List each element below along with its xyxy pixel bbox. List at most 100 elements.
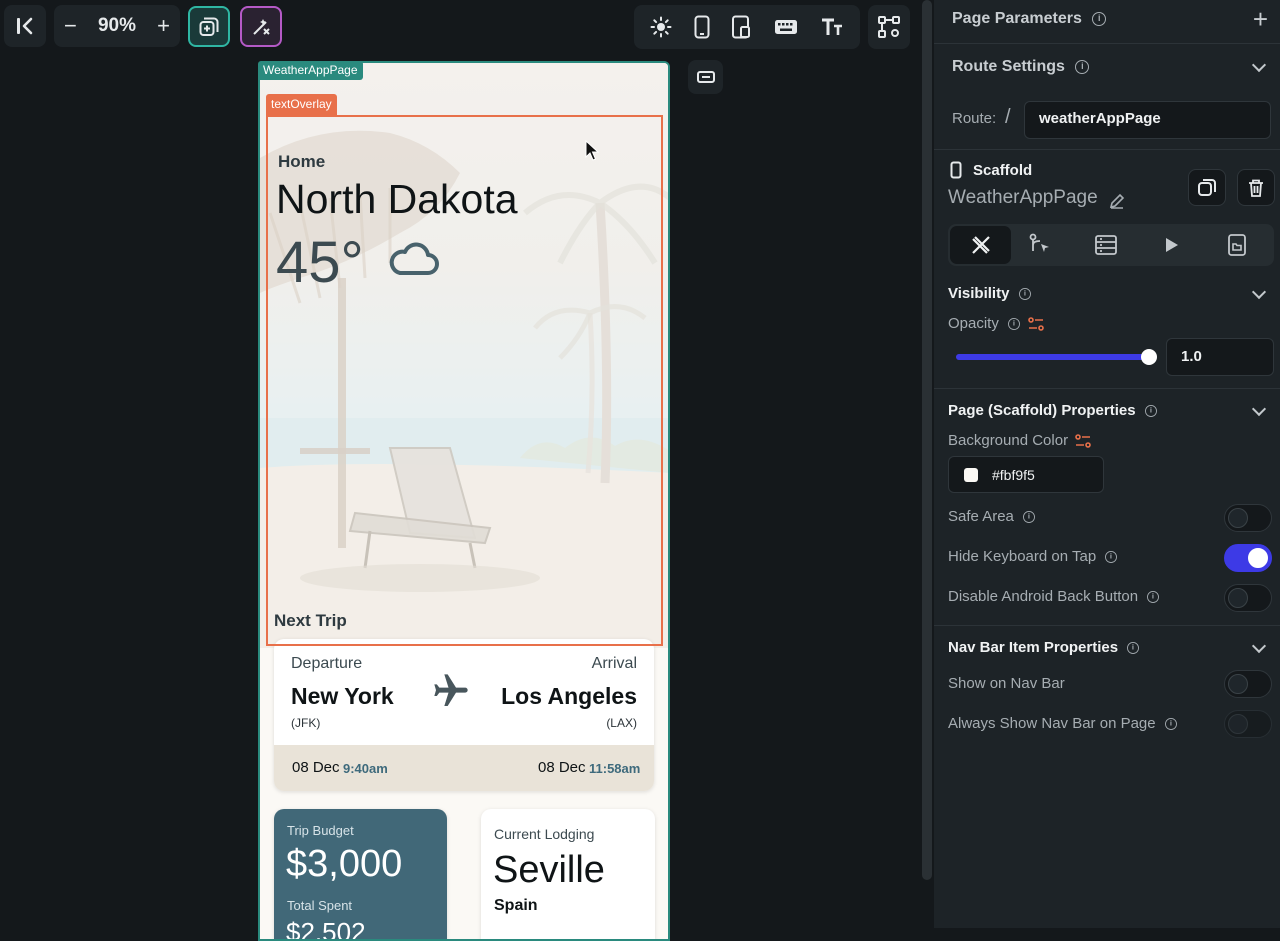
properties-panel: Page Parameters i + Route Settings i Rou… — [934, 0, 1280, 928]
sun-icon[interactable] — [650, 16, 672, 38]
info-icon: i — [1018, 288, 1031, 300]
widget-tree-button[interactable] — [868, 5, 910, 49]
route-slash: / — [1005, 106, 1011, 128]
tab-actions[interactable] — [1028, 233, 1052, 262]
arr-date: 08 Dec — [538, 759, 586, 776]
property-tabs — [948, 224, 1274, 266]
flow-icon — [1029, 233, 1049, 252]
lodging-label: Current Lodging — [494, 826, 595, 842]
flight-card[interactable]: Departure Arrival New York Los Angeles (… — [274, 639, 654, 791]
info-icon: i — [1075, 59, 1090, 74]
airplane-icon — [434, 674, 468, 706]
database-icon — [1095, 235, 1117, 255]
budget-card[interactable]: Trip Budget $3,000 Total Spent $2,502 — [274, 809, 447, 939]
tab-backend[interactable] — [1094, 233, 1118, 262]
visibility-header[interactable]: Visibility i — [948, 285, 1032, 302]
delete-button[interactable] — [1237, 169, 1275, 206]
tab-properties[interactable] — [950, 226, 1011, 264]
text-size-icon[interactable] — [820, 16, 844, 38]
magic-tool-button[interactable] — [240, 6, 282, 47]
tab-preview[interactable] — [1161, 235, 1181, 260]
bg-color-value: #fbf9f5 — [992, 467, 1035, 483]
trash-icon — [1249, 179, 1263, 197]
variable-binding-icon[interactable] — [1074, 433, 1092, 449]
spent-label: Total Spent — [287, 898, 353, 913]
page-parameters-header[interactable]: Page Parameters i — [952, 10, 1107, 28]
nav-bar-props-title: Nav Bar Item Properties — [948, 639, 1119, 656]
zoom-control: − 90% + — [54, 5, 180, 47]
lodging-card[interactable]: Current Lodging Seville Spain — [481, 809, 655, 939]
opacity-slider-fill — [956, 354, 1149, 360]
device-toolbar — [634, 5, 860, 49]
page-tag: WeatherAppPage — [258, 61, 363, 80]
info-icon: i — [1105, 551, 1118, 563]
minus-icon[interactable]: − — [64, 15, 77, 37]
visibility-title: Visibility — [948, 285, 1010, 302]
opacity-slider-thumb[interactable] — [1141, 349, 1157, 365]
edit-pencil-icon[interactable] — [1108, 192, 1126, 210]
always-show-nav-text: Always Show Nav Bar on Page — [948, 715, 1156, 732]
keyboard-icon[interactable] — [773, 17, 799, 37]
opacity-slider-track[interactable] — [956, 349, 1157, 365]
canvas-scrollbar[interactable] — [922, 0, 932, 880]
always-show-nav-toggle[interactable] — [1224, 710, 1272, 738]
info-icon: i — [1127, 642, 1140, 654]
opacity-input[interactable]: 1.0 — [1166, 338, 1274, 376]
hide-keyboard-text: Hide Keyboard on Tap — [948, 548, 1097, 565]
color-swatch — [964, 468, 978, 482]
hide-keyboard-toggle[interactable] — [1224, 544, 1272, 572]
divider — [934, 625, 1280, 626]
info-icon: i — [1144, 405, 1157, 417]
widget-chip-button[interactable] — [688, 60, 723, 94]
safe-area-label: Safe Area i — [948, 508, 1036, 525]
budget-amount: $3,000 — [286, 843, 403, 885]
chevron-down-icon[interactable] — [1251, 401, 1267, 417]
folder-icon — [1228, 234, 1246, 256]
safe-area-toggle[interactable] — [1224, 504, 1272, 532]
duplicate-button[interactable] — [1188, 169, 1226, 206]
tab-files[interactable] — [1225, 233, 1249, 262]
canvas-area: − 90% + WeatherAppPage Home North Dakota… — [0, 0, 920, 941]
lodging-country: Spain — [494, 897, 538, 914]
nodes-icon — [878, 16, 900, 38]
text-overlay-selection[interactable] — [266, 115, 663, 646]
dep-date: 08 Dec — [292, 759, 340, 776]
disable-back-label: Disable Android Back Button i — [948, 588, 1160, 605]
bg-color-text: Background Color — [948, 432, 1069, 449]
zoom-value: 90% — [97, 15, 137, 36]
always-show-nav-label: Always Show Nav Bar on Page i — [948, 715, 1178, 732]
info-icon: i — [1023, 511, 1036, 523]
budget-label: Trip Budget — [287, 823, 354, 838]
tablet-device-icon[interactable] — [731, 15, 753, 39]
variable-binding-icon[interactable] — [1027, 316, 1045, 332]
safe-area-text: Safe Area — [948, 508, 1014, 525]
scaffold-label: Scaffold — [973, 162, 1033, 179]
design-tools-icon — [971, 236, 990, 254]
info-icon: i — [1008, 318, 1020, 330]
hide-keyboard-label: Hide Keyboard on Tap i — [948, 548, 1118, 565]
page-name: WeatherAppPage — [948, 187, 1098, 208]
show-nav-bar-label: Show on Nav Bar — [948, 675, 1065, 692]
info-icon: i — [1092, 11, 1107, 26]
nav-bar-props-header[interactable]: Nav Bar Item Properties i — [948, 639, 1140, 656]
arr-time: 11:58am — [589, 761, 641, 776]
add-layer-icon — [199, 17, 219, 36]
disable-back-toggle[interactable] — [1224, 584, 1272, 612]
route-settings-header[interactable]: Route Settings i — [952, 58, 1090, 76]
collapse-panel-button[interactable] — [4, 5, 46, 47]
plus-icon[interactable]: + — [157, 15, 170, 37]
divider — [934, 388, 1280, 389]
add-parameter-icon[interactable]: + — [1253, 5, 1268, 33]
bg-color-picker[interactable]: #fbf9f5 — [948, 456, 1104, 493]
route-input[interactable]: weatherAppPage — [1024, 101, 1271, 139]
show-nav-bar-toggle[interactable] — [1224, 670, 1272, 698]
scaffold-props-header[interactable]: Page (Scaffold) Properties i — [948, 402, 1158, 419]
departure-label: Departure — [291, 655, 363, 672]
chevron-down-icon[interactable] — [1251, 638, 1267, 654]
flight-times-bar: 08 Dec 9:40am 08 Dec 11:58am — [274, 745, 654, 791]
chevron-down-icon[interactable] — [1251, 284, 1267, 300]
info-icon: i — [1164, 718, 1177, 730]
chevron-down-icon[interactable] — [1251, 57, 1267, 73]
phone-device-icon[interactable] — [693, 15, 711, 39]
add-widget-button[interactable] — [188, 6, 230, 47]
